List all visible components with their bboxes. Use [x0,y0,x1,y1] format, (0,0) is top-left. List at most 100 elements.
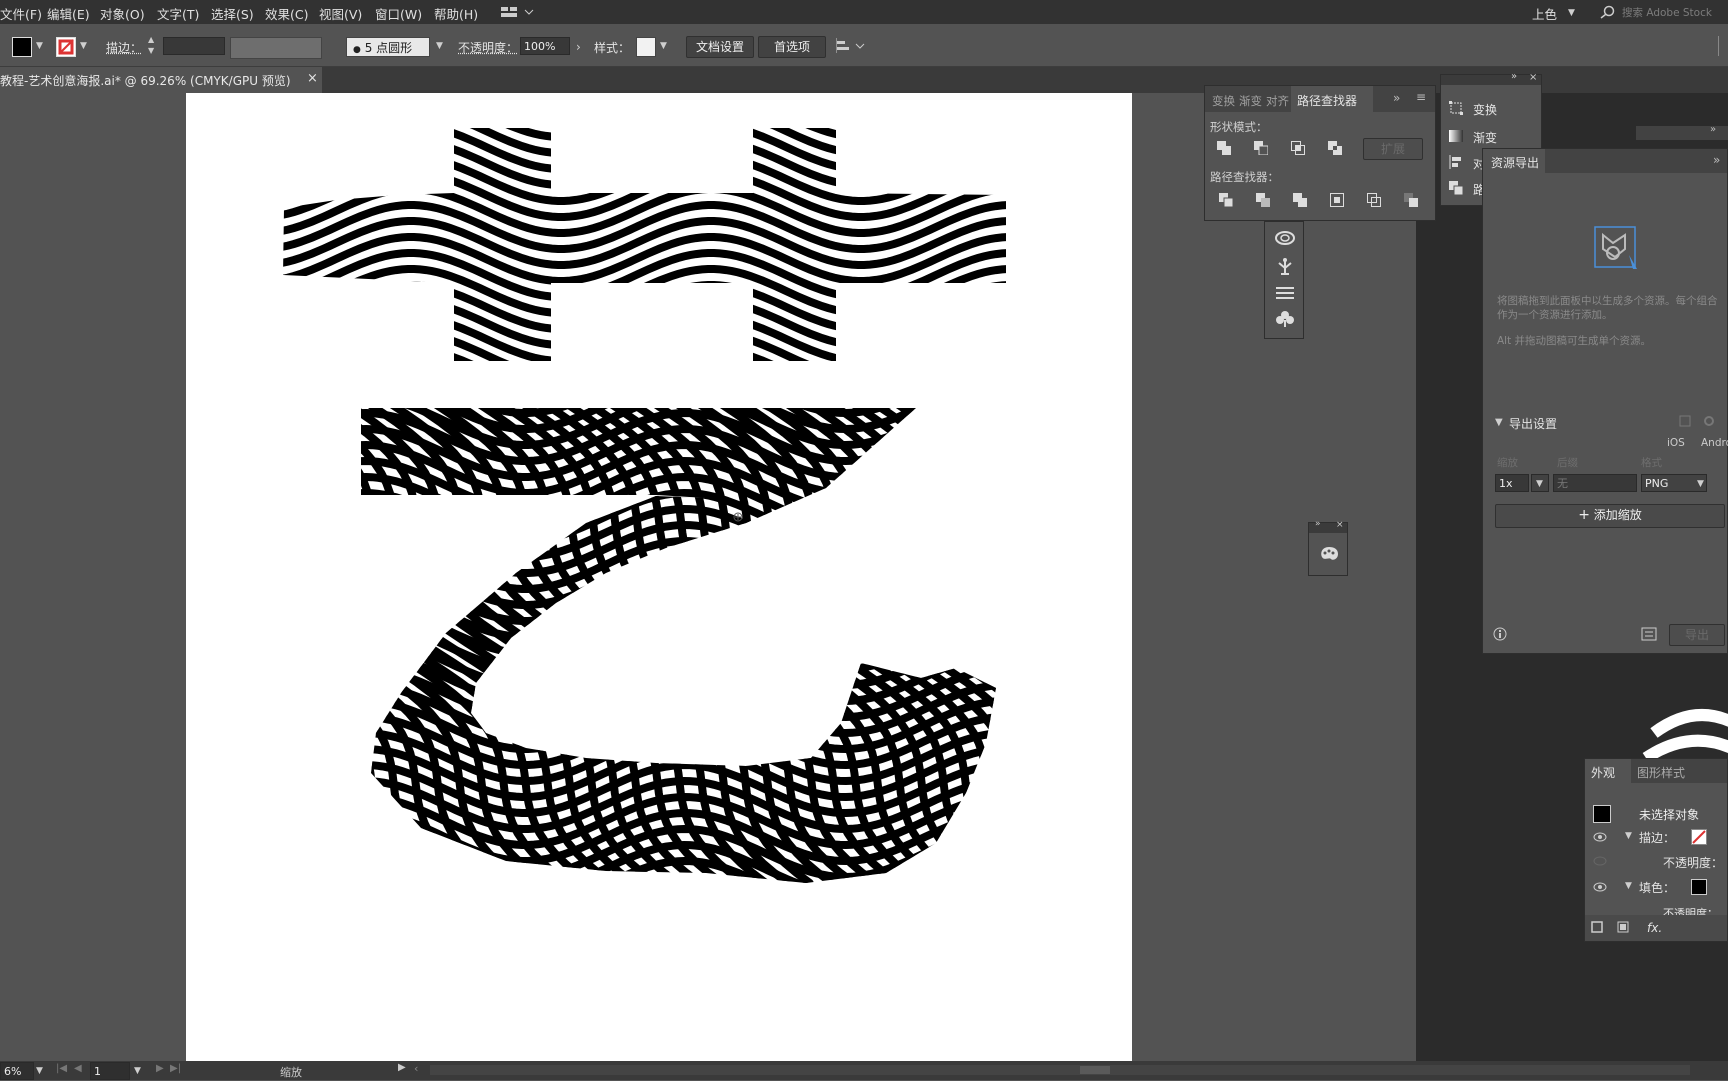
transform-icon[interactable] [1449,101,1463,115]
stroke-swatch[interactable] [1691,829,1707,845]
collapse-icon[interactable]: » [1713,153,1720,167]
close-icon[interactable]: × [1336,520,1344,530]
divide-icon[interactable] [1219,193,1234,208]
tab-graphic-styles[interactable]: 图形样式 [1637,764,1685,781]
stroke-weight-input[interactable] [163,37,225,55]
add-effect-icon[interactable]: fx. [1647,921,1662,935]
add-fill-icon[interactable] [1617,921,1629,936]
trim-icon[interactable] [1256,193,1270,207]
menu-type[interactable]: 文字(T) [157,4,199,23]
stroke-label[interactable]: 描边： [106,39,142,56]
status-menu-arrow-icon[interactable]: ▶ [398,1062,406,1073]
pathfinder-icon[interactable] [1449,181,1464,196]
presets-icon[interactable] [1679,415,1691,430]
workspace-switcher[interactable]: 上色 [1532,4,1557,23]
dock-item-transform[interactable]: 变换 [1473,101,1497,118]
close-icon[interactable]: × [1529,72,1537,83]
merge-icon[interactable] [1293,193,1307,207]
align-icon[interactable] [835,38,866,57]
fill-swatch[interactable] [1691,879,1707,895]
menu-edit[interactable]: 编辑(E) [47,4,90,23]
menu-select[interactable]: 选择(S) [211,4,254,23]
scroll-left-icon[interactable]: ‹ [414,1062,418,1075]
artboard-number-input[interactable]: 1 [90,1062,130,1080]
suffix-input[interactable]: 无 [1553,474,1637,492]
info-icon[interactable] [1493,627,1507,644]
android-preset[interactable]: Andro [1701,437,1728,449]
chevron-down-icon[interactable]: ▼ [36,41,43,51]
intersect-icon[interactable] [1291,141,1305,155]
eye-icon[interactable] [1593,881,1607,895]
eye-icon[interactable] [1593,831,1607,845]
minus-back-icon[interactable] [1404,193,1418,207]
brush-definition[interactable]: ● 5 点圆形 [346,37,430,57]
zoom-level-input[interactable]: 6% [0,1062,34,1080]
stepper-up-icon[interactable]: ▲ [148,35,154,44]
gear-icon[interactable] [1703,415,1715,430]
chevron-down-icon[interactable]: ▼ [134,1066,141,1076]
chevron-down-icon[interactable]: ▼ [1697,479,1704,489]
scrollbar-thumb[interactable] [1080,1066,1110,1074]
disclosure-triangle-icon[interactable]: ▼ [1625,831,1632,841]
fill-swatch[interactable] [12,37,32,57]
export-button[interactable]: 导出 [1669,624,1725,646]
symbols-club-icon[interactable] [1276,310,1294,331]
horizontal-scrollbar[interactable] [430,1065,1690,1075]
disclosure-triangle-icon[interactable]: ▼ [1495,417,1503,428]
first-artboard-icon[interactable]: |◀ [56,1063,67,1074]
disclosure-triangle-icon[interactable]: ▼ [1625,881,1632,891]
tab-asset-export[interactable]: 资源导出 [1483,149,1545,173]
chevron-down-icon[interactable]: ▼ [436,41,443,51]
panel-menu-icon[interactable] [1718,36,1725,56]
chevron-down-icon[interactable]: ▼ [660,41,667,51]
close-tab-icon[interactable]: × [307,71,318,86]
tab-gradient[interactable]: 渐变 [1239,93,1262,109]
gradient-icon[interactable] [1449,129,1463,143]
minus-front-icon[interactable] [1254,141,1269,156]
last-artboard-icon[interactable]: ▶| [170,1063,181,1074]
menu-view[interactable]: 视图(V) [319,4,362,23]
outline-icon[interactable] [1367,193,1381,207]
puppet-warp-icon[interactable] [1276,258,1294,279]
chevron-down-icon[interactable]: ▼ [36,1066,43,1076]
tab-appearance[interactable]: 外观 [1585,759,1631,783]
document-setup-button[interactable]: 文档设置 [686,36,754,58]
collapse-icon[interactable]: » [1315,519,1321,529]
scale-dropdown[interactable]: ▼ [1531,474,1549,492]
opacity-label[interactable]: 不透明度： [458,39,518,56]
chevron-right-icon[interactable]: › [576,40,581,54]
menu-object[interactable]: 对象(O) [100,4,145,23]
align-icon[interactable] [1449,155,1463,169]
previous-artboard-icon[interactable]: ◀ [74,1063,82,1074]
dock-item-gradient[interactable]: 渐变 [1473,129,1497,146]
expand-button[interactable]: 扩展 [1363,138,1423,160]
arrange-documents-icon[interactable] [500,5,534,22]
search-icon[interactable] [1600,5,1616,22]
scale-input[interactable]: 1x [1495,474,1529,492]
search-stock-input[interactable]: 搜索 Adobe Stock [1622,5,1712,20]
ios-preset[interactable]: iOS [1667,437,1685,449]
opacity-row-label[interactable]: 不透明度： [1663,854,1723,871]
eye-icon[interactable] [1593,855,1607,869]
export-list-icon[interactable] [1641,627,1657,644]
opacity-input[interactable]: 100% [520,37,570,55]
menu-help[interactable]: 帮助(H) [434,4,478,23]
collapse-icon[interactable]: » [1393,91,1400,105]
creative-cloud-libraries-icon[interactable] [1275,230,1295,249]
collapse-icon[interactable]: » [1710,124,1716,135]
tab-pathfinder[interactable]: 路径查找器 [1291,86,1373,112]
chevron-down-icon[interactable]: ▼ [1568,8,1575,18]
tab-align[interactable]: 对齐 [1266,93,1289,109]
menu-window[interactable]: 窗口(W) [375,4,422,23]
crop-icon[interactable] [1330,193,1344,207]
add-stroke-icon[interactable] [1591,921,1603,936]
exclude-icon[interactable] [1328,141,1342,155]
stepper-down-icon[interactable]: ▼ [148,46,154,55]
menu-effect[interactable]: 效果(C) [265,4,308,23]
chevron-down-icon[interactable]: ▼ [80,41,87,51]
document-tab[interactable]: 教程-艺术创意海报.ai* @ 69.26% (CMYK/GPU 预览) × [0,67,322,93]
preferences-button[interactable]: 首选项 [758,36,826,58]
color-guide-palette-icon[interactable] [1319,545,1339,566]
artboard[interactable] [186,93,1132,1061]
variable-width-profile[interactable] [230,37,322,59]
